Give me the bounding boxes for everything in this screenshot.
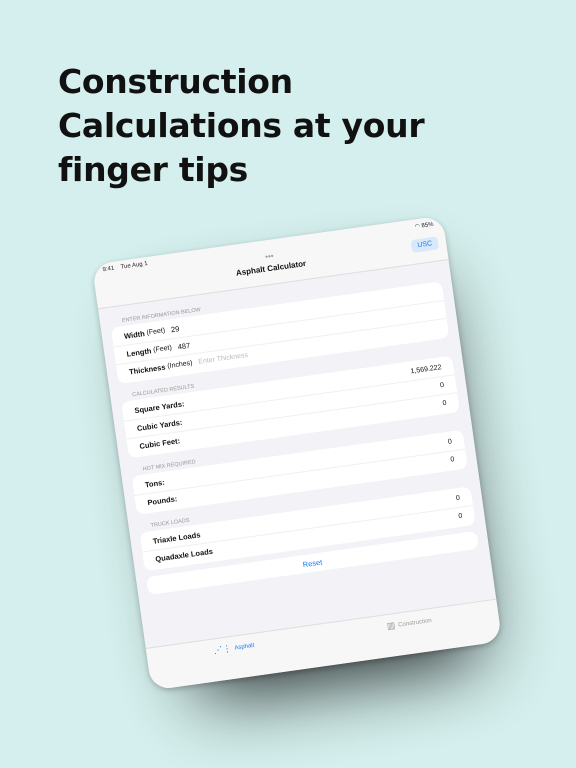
length-label: Length bbox=[125, 346, 152, 359]
headline: Construction Calculations at your finger… bbox=[58, 60, 538, 192]
cubic-feet-value: 0 bbox=[442, 399, 448, 408]
headline-line-1: Construction bbox=[58, 62, 293, 101]
cubic-yards-value: 0 bbox=[439, 381, 445, 390]
tab-construction-label: Construction bbox=[397, 617, 433, 629]
headline-line-3: finger tips bbox=[58, 150, 248, 189]
wifi-icon: ◠ bbox=[414, 223, 421, 230]
cubic-feet-label: Cubic Feet: bbox=[138, 436, 181, 451]
length-unit: (Feet) bbox=[152, 344, 173, 354]
width-value[interactable]: 29 bbox=[170, 324, 180, 334]
tons-label: Tons: bbox=[144, 477, 166, 490]
status-date: Tue Aug 1 bbox=[120, 260, 149, 271]
building-icon: ▥ bbox=[386, 620, 396, 632]
pounds-value: 0 bbox=[450, 456, 455, 464]
battery-level: 85% bbox=[421, 221, 434, 229]
length-value[interactable]: 487 bbox=[177, 341, 191, 352]
tab-asphalt[interactable]: ⋰⋮ Asphalt bbox=[213, 640, 255, 657]
tab-asphalt-label: Asphalt bbox=[234, 642, 255, 652]
tons-value: 0 bbox=[447, 438, 453, 446]
headline-line-2: Calculations at your bbox=[58, 106, 425, 145]
width-unit: (Feet) bbox=[146, 327, 166, 337]
status-time: 9:41 bbox=[102, 265, 115, 274]
tab-construction[interactable]: ▥ Construction bbox=[386, 615, 432, 632]
thickness-unit: (Inches) bbox=[166, 359, 193, 371]
thickness-placeholder[interactable]: Enter Thickness bbox=[198, 352, 249, 366]
quadaxle-value: 0 bbox=[458, 512, 463, 521]
road-icon: ⋰⋮ bbox=[212, 643, 233, 656]
width-label: Width bbox=[123, 329, 146, 341]
unit-toggle-button[interactable]: USC bbox=[410, 236, 440, 253]
square-yards-value: 1,569.222 bbox=[410, 364, 443, 376]
main-content: ENTER INFORMATION BELOW Width (Feet) 29 … bbox=[98, 260, 489, 596]
thickness-label: Thickness bbox=[128, 362, 167, 377]
quadaxle-label: Quadaxle Loads bbox=[154, 546, 214, 564]
triaxle-value: 0 bbox=[455, 494, 461, 503]
pounds-label: Pounds: bbox=[146, 494, 178, 508]
tablet-device: 9:41 Tue Aug 1 ◠ 85% ••• Asphalt Calcula… bbox=[91, 215, 503, 691]
